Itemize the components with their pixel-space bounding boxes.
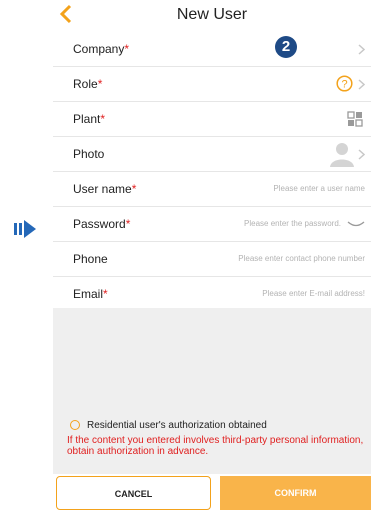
authorization-label: Residential user's authorization obtaine… [87,420,267,431]
page-title: New User [176,6,248,23]
password-label: Password* [73,217,131,231]
confirm-button[interactable]: CONFIRM [220,476,371,510]
eye-closed-icon[interactable] [347,220,365,228]
qr-code-icon[interactable] [347,111,363,127]
photo-label: Photo [73,147,105,161]
header: New User [53,0,371,32]
password-input[interactable]: Please enter the password. [244,219,341,228]
plant-label: Plant* [73,112,106,126]
arrow-right-icon [14,220,36,238]
password-field[interactable]: Password* Please enter the password. [53,207,371,242]
email-input[interactable]: Please enter E-mail address! [262,289,365,298]
chevron-right-icon [358,149,365,160]
email-label: Email* [73,287,108,301]
new-user-panel: New User 2 Company* Role* ? Plant* Photo… [53,0,371,513]
plant-field[interactable]: Plant* [53,102,371,137]
user-name-field[interactable]: User name* Please enter a user name [53,172,371,207]
phone-input[interactable]: Please enter contact phone number [238,254,365,263]
user-name-input[interactable]: Please enter a user name [273,184,365,193]
company-field[interactable]: Company* [53,32,371,67]
user-name-label: User name* [73,182,137,196]
radio-circle-icon[interactable] [70,420,80,430]
email-field[interactable]: Email* Please enter E-mail address! [53,277,371,312]
company-label: Company* [73,42,130,56]
phone-label: Phone [73,252,108,266]
avatar-icon[interactable] [329,141,355,167]
role-field[interactable]: Role* ? [53,67,371,102]
chevron-right-icon [358,79,365,90]
svg-text:?: ? [341,79,347,91]
cancel-button[interactable]: CANCEL [56,476,211,510]
photo-field[interactable]: Photo [53,137,371,172]
role-label: Role* [73,77,103,91]
phone-field[interactable]: Phone Please enter contact phone number [53,242,371,277]
authorization-warning: If the content you entered involves thir… [67,435,364,457]
chevron-right-icon [358,44,365,55]
help-icon[interactable]: ? [336,75,353,92]
